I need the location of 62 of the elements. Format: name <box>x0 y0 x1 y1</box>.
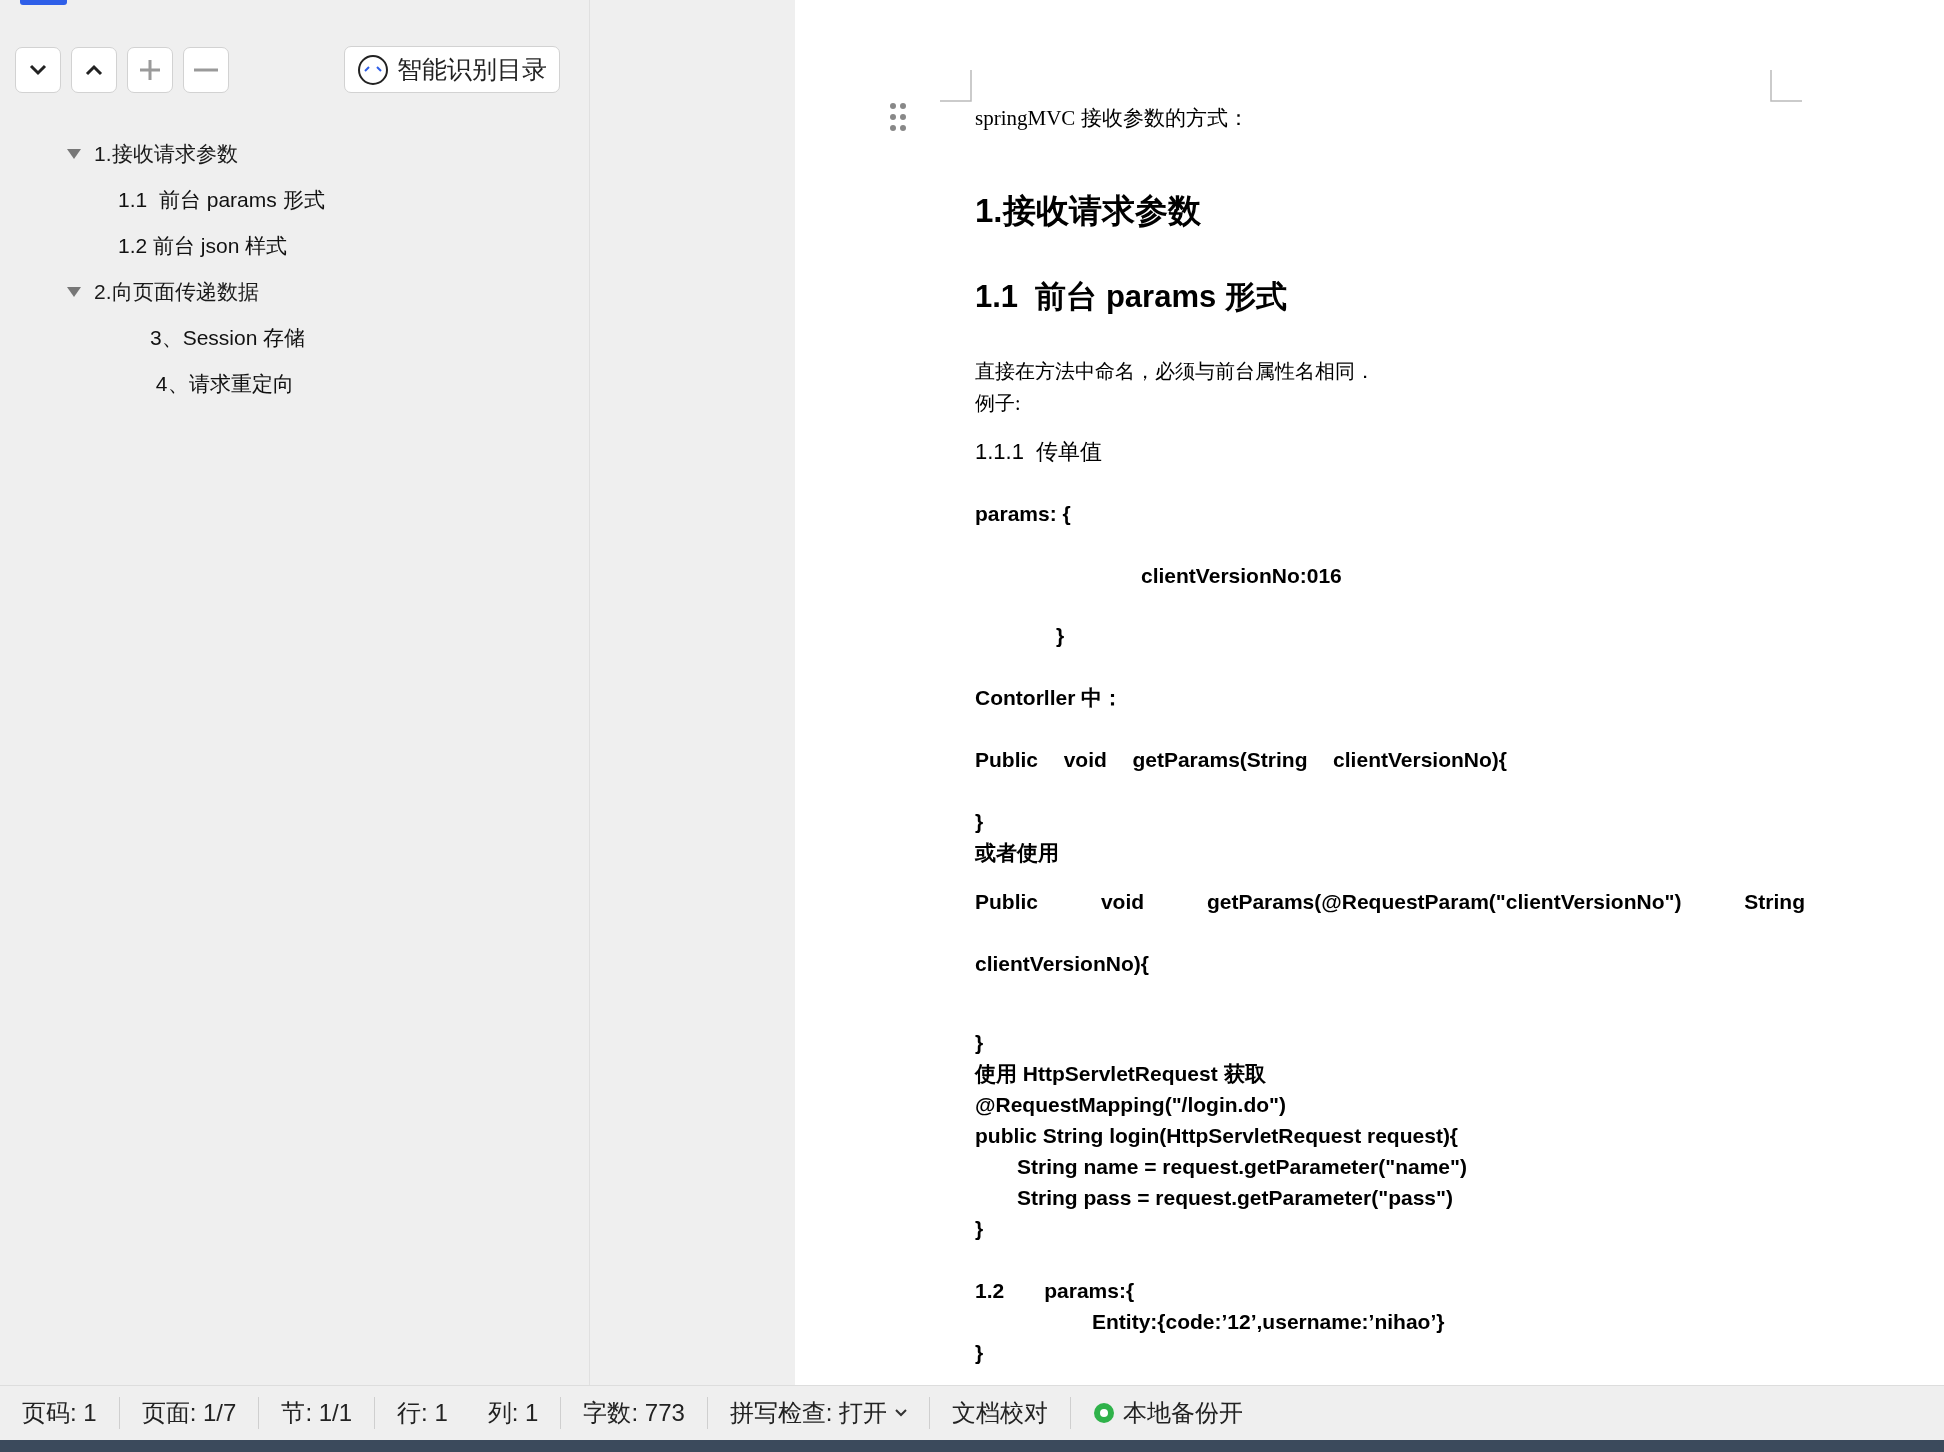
corner-mark <box>1770 70 1802 102</box>
code-line: } <box>975 809 984 835</box>
code-line: String name = request.getParameter("name") <box>1016 1154 1467 1180</box>
code-line: 或者使用 <box>975 840 1059 866</box>
code-line: params: { <box>975 501 1071 527</box>
code-line: } <box>975 1030 984 1056</box>
code-token: void <box>1063 747 1107 773</box>
expanded-triangle-icon[interactable] <box>66 148 82 160</box>
backup-button[interactable]: 本地备份开 <box>1093 1397 1244 1429</box>
code-token: params:{ <box>1044 1278 1135 1304</box>
code-token: 1.2 <box>975 1278 1005 1304</box>
code-line: clientVersionNo:016 <box>1140 563 1342 589</box>
chevron-up-icon <box>85 63 103 76</box>
down-button[interactable] <box>15 46 61 93</box>
outline-item[interactable]: 1.2 前台 json 样式 <box>118 232 288 260</box>
code-line: Entity:{code:’12’,username:’nihao’} <box>1091 1309 1445 1335</box>
outline-item[interactable]: 2.向页面传递数据 <box>94 278 259 306</box>
paragraph-text: 例子: <box>975 391 1021 416</box>
outline-item[interactable]: 4、请求重定向 <box>150 370 294 398</box>
code-token: void <box>1100 889 1145 915</box>
caret-icon <box>895 1409 908 1417</box>
code-line: } <box>975 1340 984 1366</box>
active-tab-indicator <box>20 0 67 5</box>
intro-text: springMVC 接收参数的方式： <box>975 105 1249 132</box>
outline-item[interactable]: 3、Session 存储 <box>150 324 306 352</box>
subsubheading: 1.1.1 传单值 <box>975 438 1103 466</box>
code-line: public String login(HttpServletRequest request){ <box>975 1123 1459 1149</box>
smiley-face-icon <box>357 53 389 86</box>
code-line: } <box>1055 623 1065 649</box>
code-token: getParams(@RequestParam("clientVersionNo") <box>1206 889 1682 915</box>
status-text: 页面: 1/7 <box>141 1398 237 1428</box>
expanded-triangle-icon[interactable] <box>66 286 82 298</box>
outline-item[interactable]: 1.接收请求参数 <box>94 140 238 168</box>
code-line: } <box>975 1216 984 1242</box>
code-token: String <box>1744 889 1805 915</box>
chevron-down-icon <box>29 63 47 76</box>
outline-item[interactable]: 1.1 前台 params 形式 <box>118 186 325 214</box>
corner-mark <box>940 70 972 102</box>
proofread-button[interactable]: 文档校对 <box>952 1397 1049 1429</box>
code-line: clientVersionNo){ <box>975 951 1149 977</box>
status-text: 页码: 1 <box>22 1398 97 1428</box>
minus-icon <box>194 67 218 72</box>
code-line: Contorller 中： <box>975 685 1124 711</box>
drag-handle-icon[interactable] <box>890 103 906 131</box>
smart-outline-button[interactable]: 智能识别目录 <box>344 46 560 93</box>
heading: 1.接收请求参数 <box>975 191 1201 231</box>
code-line: String pass = request.getParameter("pass") <box>1016 1185 1453 1211</box>
code-line: 使用 HttpServletRequest 获取 <box>975 1061 1266 1087</box>
code-token: Public <box>975 747 1038 773</box>
paragraph-text: 直接在方法中命名，必须与前台属性名相同． <box>975 359 1375 384</box>
code-line: @RequestMapping("/login.do") <box>975 1092 1287 1118</box>
spellcheck-dropdown[interactable]: 拼写检查: 打开 <box>729 1397 908 1429</box>
status-text: 行: 1 <box>397 1398 448 1428</box>
code-token: Public <box>975 889 1038 915</box>
status-text: 节: 1/1 <box>281 1398 353 1428</box>
plus-icon <box>139 58 161 81</box>
status-text: 列: 1 <box>487 1398 539 1428</box>
subheading: 1.1 前台 params 形式 <box>975 278 1287 316</box>
code-token: getParams(String <box>1132 747 1308 773</box>
status-text: 字数: 773 <box>583 1398 685 1428</box>
up-button[interactable] <box>71 46 117 93</box>
code-token: clientVersionNo){ <box>1333 747 1507 773</box>
